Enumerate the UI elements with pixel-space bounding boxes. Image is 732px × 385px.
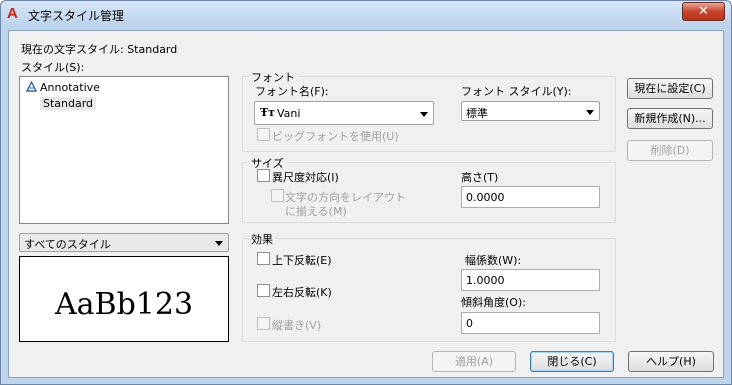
backwards-checkbox[interactable] [257,284,270,297]
font-style-value: 標準 [466,107,488,120]
annotative-checkbox[interactable] [257,169,270,182]
width-factor-input[interactable]: 1.0000 [461,269,600,291]
set-current-button[interactable]: 現在に設定(C) [627,78,713,99]
style-filter-value: すべてのスタイル [24,238,111,251]
styles-listbox[interactable]: Annotative Standard [19,76,229,224]
list-item[interactable]: Annotative [25,80,100,94]
list-item-selected[interactable]: Standard [40,97,97,110]
style-filter-dropdown[interactable]: すべてのスタイル [19,233,229,252]
title-bar[interactable]: A 文字スタイル管理 ✕ [1,1,731,29]
backwards-label: 左右反転(K) [272,286,332,299]
new-style-button[interactable]: 新規作成(N)... [627,108,713,129]
chevron-down-icon [586,110,594,115]
oblique-angle-label: 傾斜角度(O): [461,296,526,309]
close-window-button[interactable]: ✕ [682,2,725,21]
font-name-label: フォント名(F): [255,85,329,98]
height-label: 高さ(T) [461,171,499,184]
delete-style-button[interactable]: 削除(D) [627,140,713,161]
height-input[interactable]: 0.0000 [461,186,600,208]
window-title: 文字スタイル管理 [28,9,125,23]
bigfont-label: ビッグフォントを使用(U) [272,130,399,143]
preview-text: AaBb123 [54,287,194,322]
annotative-label: 異尺度対応(I) [272,171,339,184]
font-name-value: Vani [277,107,301,120]
bigfont-checkbox[interactable] [257,128,270,141]
upside-down-checkbox[interactable] [257,252,270,265]
effects-group-title: 効果 [249,231,275,247]
app-logo-icon: A [7,5,18,22]
chevron-down-icon [215,241,223,246]
font-style-dropdown[interactable]: 標準 [461,101,600,121]
dialog-client-area: 現在の文字スタイル: Standard スタイル(S): Annotative … [8,30,724,378]
apply-button[interactable]: 適用(A) [432,351,516,372]
list-item-label: Standard [43,97,94,110]
vertical-label: 縦書き(V) [272,319,322,332]
oblique-angle-input[interactable]: 0 [461,312,600,334]
help-button[interactable]: ヘルプ(H) [628,351,714,372]
vertical-checkbox[interactable] [257,317,270,330]
truetype-icon: Ŧт [260,106,276,119]
width-factor-label: 幅係数(W): [465,254,522,267]
match-orientation-label-line2: に揃える(M) [285,205,347,218]
match-orientation-checkbox[interactable] [271,189,284,202]
font-style-label: フォント スタイル(Y): [461,85,572,98]
close-button[interactable]: 閉じる(C) [530,351,614,372]
chevron-down-icon [420,112,428,117]
font-name-dropdown[interactable]: Ŧт Vani [254,101,434,125]
current-style-label: 現在の文字スタイル: Standard [21,43,178,56]
annotative-icon [25,80,38,92]
style-preview: AaBb123 [19,256,229,342]
list-item-label: Annotative [40,81,100,94]
styles-label: スタイル(S): [21,61,85,74]
upside-down-label: 上下反転(E) [272,254,332,267]
dialog-window: A 文字スタイル管理 ✕ 現在の文字スタイル: Standard スタイル(S)… [0,0,732,385]
